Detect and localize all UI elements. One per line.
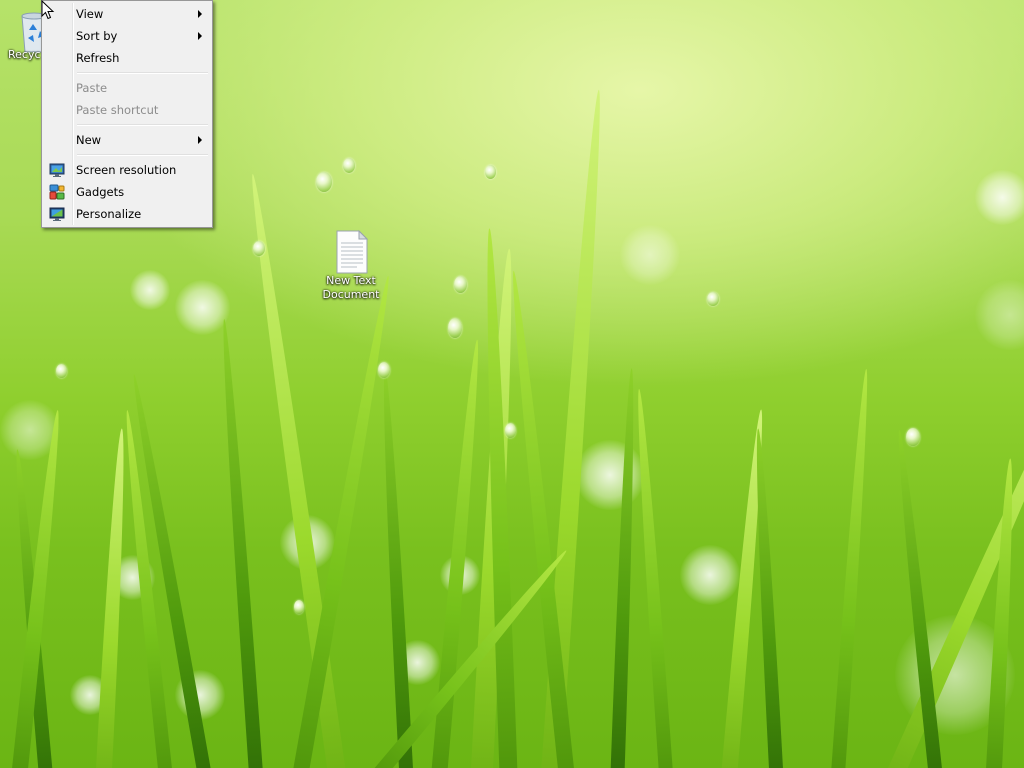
water-drop [343,158,355,173]
water-drop [253,241,265,256]
gadgets-icon [49,184,65,200]
menu-item-label: Personalize [76,207,142,221]
water-drop [707,292,719,306]
menu-item-label: Paste shortcut [76,103,159,117]
bokeh-light [620,225,680,285]
menu-item-label: Refresh [76,51,120,65]
water-drop [378,362,390,378]
menu-separator [77,72,208,74]
menu-item-label: Screen resolution [76,163,177,177]
monitor-icon [49,162,65,178]
water-drop [316,172,332,192]
grass-blade [378,368,414,768]
mouse-pointer-icon [41,0,55,20]
menu-separator [77,154,208,156]
water-drop [454,276,467,293]
menu-item-label: Gadgets [76,185,125,199]
menu-item-view[interactable]: View [44,3,210,25]
water-drop [485,165,496,179]
menu-item-label: Paste [76,81,108,95]
new-text-document-label-line2: Document [322,288,380,301]
bokeh-light [175,280,230,335]
water-drop [56,364,67,378]
menu-item-label: New [76,133,102,147]
text-document-icon [333,228,369,274]
bokeh-light [975,170,1024,225]
grass-blade [632,388,674,768]
bokeh-light [130,270,170,310]
water-drop [448,318,462,338]
submenu-arrow-icon [198,136,202,144]
desktop-context-menu: View Sort by Refresh Paste Paste shortcu… [41,0,213,228]
grass-blade [610,368,639,768]
menu-item-refresh[interactable]: Refresh [44,47,210,69]
menu-item-sort-by[interactable]: Sort by [44,25,210,47]
menu-item-new[interactable]: New [44,129,210,151]
grass-blade [830,368,874,768]
personalize-icon [49,206,65,222]
menu-item-paste[interactable]: Paste [44,77,210,99]
menu-separator [77,124,208,126]
desktop[interactable]: Recyc New Text Document View Sort by Ref… [0,0,1024,768]
menu-item-label: View [76,7,104,21]
bokeh-light [575,440,645,510]
menu-item-label: Sort by [76,29,118,43]
water-drop [294,600,304,614]
water-drop [906,428,920,446]
bokeh-light [975,280,1024,350]
menu-item-personalize[interactable]: Personalize [44,203,210,225]
bokeh-light [680,545,740,605]
water-drop [505,423,516,438]
submenu-arrow-icon [198,10,202,18]
submenu-arrow-icon [198,32,202,40]
new-text-document-label-line1: New Text [326,274,376,287]
menu-item-gadgets[interactable]: Gadgets [44,181,210,203]
menu-item-screen-resolution[interactable]: Screen resolution [44,159,210,181]
menu-item-paste-shortcut[interactable]: Paste shortcut [44,99,210,121]
new-text-document-desktop-icon[interactable]: New Text Document [316,228,386,302]
